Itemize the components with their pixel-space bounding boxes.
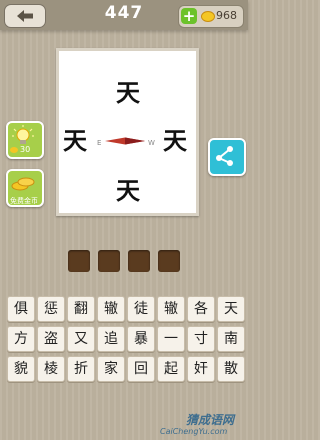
answer-slot[interactable]: [98, 250, 120, 272]
char-tile[interactable]: 暴: [127, 326, 155, 352]
char-tile[interactable]: 散: [217, 356, 245, 382]
watermark-url: CaiChengYu.com: [160, 427, 228, 436]
back-button[interactable]: [4, 4, 46, 28]
coin-icon: [201, 11, 215, 22]
char-tile[interactable]: 天: [217, 296, 245, 322]
coin-display: + 968: [178, 5, 244, 28]
char-tile[interactable]: 棱: [37, 356, 65, 382]
compass-east-label: E: [97, 139, 102, 147]
char-tile[interactable]: 徒: [127, 296, 155, 322]
answer-slot[interactable]: [68, 250, 90, 272]
char-tile[interactable]: 回: [127, 356, 155, 382]
char-tile[interactable]: 辙: [157, 296, 185, 322]
char-tile[interactable]: 又: [67, 326, 95, 352]
compass-needle-icon: [105, 137, 145, 145]
add-coins-button[interactable]: +: [181, 8, 197, 24]
char-tile[interactable]: 奸: [187, 356, 215, 382]
watermark-title: 猜成语网: [186, 413, 235, 427]
coin-count: 968: [216, 9, 237, 22]
char-tile[interactable]: 家: [97, 356, 125, 382]
char-tile[interactable]: 南: [217, 326, 245, 352]
level-number: 447: [104, 3, 144, 23]
picture-char-left: 天: [63, 126, 87, 155]
char-tile[interactable]: 寸: [187, 326, 215, 352]
char-tile[interactable]: 追: [97, 326, 125, 352]
back-arrow-icon: [17, 10, 33, 22]
char-tile[interactable]: 惩: [37, 296, 65, 322]
hint-coin-icon: [10, 147, 18, 153]
char-tile[interactable]: 翻: [67, 296, 95, 322]
char-tile[interactable]: 俱: [7, 296, 35, 322]
char-tile[interactable]: 一: [157, 326, 185, 352]
picture-char-right: 天: [163, 126, 187, 155]
coin-pile-icon: [11, 177, 35, 191]
hint-cost: 30: [20, 145, 31, 154]
share-button[interactable]: [208, 138, 246, 176]
picture-char-bottom: 天: [116, 176, 140, 205]
compass-west-label: W: [148, 139, 155, 147]
answer-slot[interactable]: [158, 250, 180, 272]
free-coins-label: 免费金币: [10, 197, 38, 205]
char-tile[interactable]: 貌: [7, 356, 35, 382]
share-icon: [216, 146, 233, 166]
answer-slot[interactable]: [128, 250, 150, 272]
char-tile[interactable]: 辙: [97, 296, 125, 322]
puzzle-picture: 天 天 天 天 E W: [56, 48, 199, 216]
picture-char-top: 天: [116, 78, 140, 107]
char-tile[interactable]: 各: [187, 296, 215, 322]
char-tile[interactable]: 起: [157, 356, 185, 382]
char-tile[interactable]: 折: [67, 356, 95, 382]
char-tile[interactable]: 盗: [37, 326, 65, 352]
char-tile[interactable]: 方: [7, 326, 35, 352]
top-bar: 447 + 968: [0, 0, 248, 30]
